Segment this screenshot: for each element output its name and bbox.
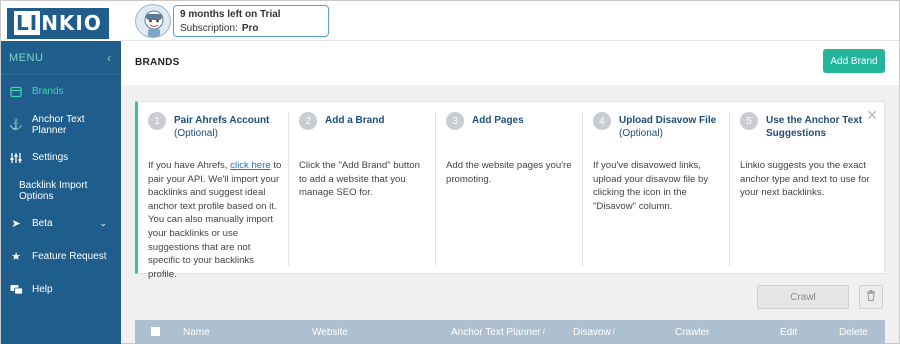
step-description: If you've disavowed links, upload your d… — [593, 160, 709, 212]
trash-icon — [866, 290, 876, 304]
select-all-checkbox[interactable] — [151, 327, 160, 336]
step-title: Add Pages — [472, 115, 524, 126]
pair-ahrefs-link[interactable]: click here — [230, 160, 271, 171]
sidebar-item-brands[interactable]: Brands — [1, 75, 121, 108]
column-header-anchor-text-planner[interactable]: Anchor Text Planner i — [451, 327, 545, 338]
column-header-website[interactable]: Website — [312, 327, 348, 338]
info-icon[interactable]: i — [543, 327, 545, 336]
onboarding-steps-panel: ✕ 1 Pair Ahrefs Account (Optional) If yo… — [135, 101, 885, 280]
step-number: 4 — [593, 112, 611, 130]
page-title: BRANDS — [135, 57, 180, 68]
collapse-chevron-icon[interactable]: ‹ — [107, 51, 111, 65]
sidebar-item-beta[interactable]: ➤ Beta ⌄ — [1, 207, 121, 240]
menu-label: MENU — [9, 51, 44, 64]
trial-remaining: 9 months left on Trial — [180, 9, 281, 20]
add-brand-button[interactable]: Add Brand — [823, 49, 885, 73]
settings-sliders-icon — [9, 151, 23, 165]
help-chat-icon — [9, 283, 23, 297]
step-2: 2 Add a Brand Click the "Add Brand" butt… — [289, 102, 436, 274]
chevron-down-icon: ⌄ — [99, 218, 107, 228]
star-icon: ★ — [11, 251, 21, 263]
linkio-logo[interactable]: LI NKIO — [7, 8, 109, 39]
sidebar-item-settings[interactable]: Settings — [1, 141, 121, 174]
menu-header: MENU ‹ — [1, 41, 121, 75]
column-header-edit[interactable]: Edit — [780, 327, 797, 338]
step-description: Linkio suggests you the exact anchor typ… — [740, 160, 870, 199]
step-title: Pair Ahrefs Account (Optional) — [174, 115, 270, 139]
info-icon[interactable]: i — [613, 327, 615, 336]
sidebar-item-help[interactable]: Help — [1, 273, 121, 306]
column-header-name[interactable]: Name — [183, 327, 210, 338]
main-content: BRANDS Add Brand ✕ 1 Pair Ahrefs Account… — [121, 41, 899, 344]
column-header-crawler[interactable]: Crawler — [675, 327, 709, 338]
trial-status-box: 9 months left on Trial Subscription: Pro — [173, 5, 329, 37]
rocket-icon: ➤ — [11, 218, 21, 230]
step-number: 3 — [446, 112, 464, 130]
subscription-plan: Subscription: Pro — [180, 23, 259, 34]
step-1: 1 Pair Ahrefs Account (Optional) If you … — [138, 102, 289, 280]
sidebar: MENU ‹ Brands ⚓ Anchor Text Planner Sett… — [1, 41, 121, 344]
step-title: Use the Anchor Text Suggestions — [766, 115, 863, 139]
step-4: 4 Upload Disavow File (Optional) If you'… — [583, 102, 730, 274]
brands-table-header: Name Website Anchor Text Planner i Disavo… — [135, 320, 885, 344]
avatar[interactable] — [135, 4, 171, 38]
step-3: 3 Add Pages Add the website pages you're… — [436, 102, 583, 274]
step-description: If you have Ahrefs, click here to pair y… — [148, 160, 282, 280]
step-description: Add the website pages you're promoting. — [446, 160, 572, 185]
step-number: 1 — [148, 112, 166, 130]
top-bar: LI NKIO 9 months left on Trial Subscripti… — [1, 1, 899, 41]
column-header-delete[interactable]: Delete — [839, 327, 868, 338]
brands-icon — [9, 85, 23, 99]
sidebar-item-backlink-import-options[interactable]: Backlink Import Options — [1, 174, 121, 207]
step-title: Add a Brand — [325, 115, 385, 126]
step-5: 5 Use the Anchor Text Suggestions Linkio… — [730, 102, 880, 274]
logo-area: LI NKIO — [1, 1, 121, 41]
sidebar-item-anchor-text-planner[interactable]: ⚓ Anchor Text Planner — [1, 108, 121, 141]
crawl-button[interactable]: Crawl — [757, 285, 849, 309]
column-header-disavow[interactable]: Disavow i — [573, 327, 615, 338]
page-header: BRANDS Add Brand — [121, 41, 899, 85]
delete-selected-button[interactable] — [859, 285, 883, 309]
step-description: Click the "Add Brand" button to add a we… — [299, 160, 420, 199]
step-number: 5 — [740, 112, 758, 130]
sidebar-item-feature-request[interactable]: ★ Feature Request — [1, 240, 121, 273]
step-title: Upload Disavow File (Optional) — [619, 115, 717, 139]
step-number: 2 — [299, 112, 317, 130]
anchor-icon: ⚓ — [9, 119, 23, 131]
